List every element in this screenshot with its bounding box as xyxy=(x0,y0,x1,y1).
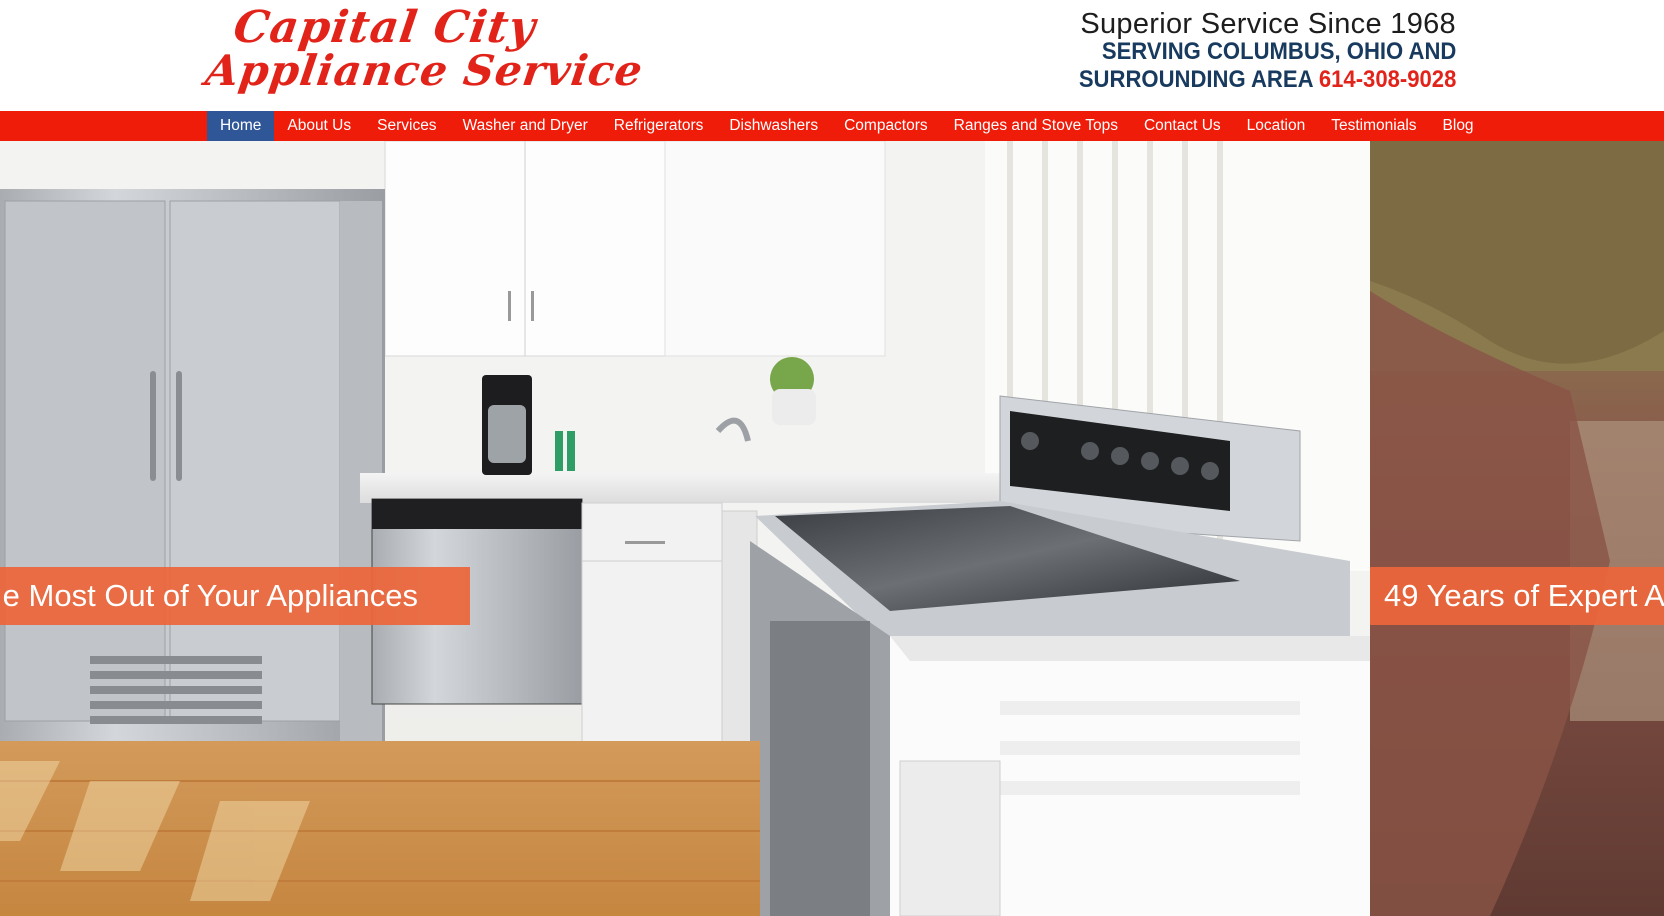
hero-caption-1: e Most Out of Your Appliances xyxy=(0,567,470,625)
site-logo[interactable]: Capital City Appliance Service xyxy=(203,2,647,96)
nav-item-ranges-and-stove-tops[interactable]: Ranges and Stove Tops xyxy=(941,111,1131,141)
hero-caption-2: 49 Years of Expert A xyxy=(1370,567,1664,625)
nav-item-compactors[interactable]: Compactors xyxy=(831,111,941,141)
kitchen-slide-image: e Most Out of Your Appliances xyxy=(0,141,1370,916)
header-contact: Superior Service Since 1968 SERVING COLU… xyxy=(1046,10,1456,94)
nav-item-contact-us[interactable]: Contact Us xyxy=(1131,111,1234,141)
technician-illustration xyxy=(1370,141,1664,916)
nav-item-washer-and-dryer[interactable]: Washer and Dryer xyxy=(450,111,601,141)
nav-item-location[interactable]: Location xyxy=(1234,111,1319,141)
phone-number[interactable]: 614-308-9028 xyxy=(1318,66,1456,93)
nav-list: Home About Us Services Washer and Dryer … xyxy=(207,111,1487,141)
site-header: Capital City Appliance Service Superior … xyxy=(0,0,1664,111)
logo-line-2: Appliance Service xyxy=(202,46,647,95)
hero-slider[interactable]: e Most Out of Your Appliances 49 Years o… xyxy=(0,141,1664,916)
nav-item-home[interactable]: Home xyxy=(207,111,275,141)
service-area-text: SURROUNDING AREA xyxy=(1078,66,1313,93)
nav-item-testimonials[interactable]: Testimonials xyxy=(1318,111,1429,141)
nav-item-refrigerators[interactable]: Refrigerators xyxy=(601,111,717,141)
service-area-line-2: SURROUNDING AREA 614-308-9028 xyxy=(1078,66,1456,94)
tagline: Superior Service Since 1968 xyxy=(1080,8,1456,40)
nav-item-about-us[interactable]: About Us xyxy=(274,111,364,141)
main-nav: Home About Us Services Washer and Dryer … xyxy=(0,111,1664,141)
kitchen-illustration xyxy=(0,141,1370,916)
technician-slide-image xyxy=(1370,141,1664,916)
nav-item-blog[interactable]: Blog xyxy=(1430,111,1487,141)
hero-caption-1-text: e Most Out of Your Appliances xyxy=(2,578,418,613)
nav-item-dishwashers[interactable]: Dishwashers xyxy=(716,111,831,141)
service-area-line-1: SERVING COLUMBUS, OHIO AND xyxy=(1101,38,1456,65)
nav-item-services[interactable]: Services xyxy=(364,111,449,141)
